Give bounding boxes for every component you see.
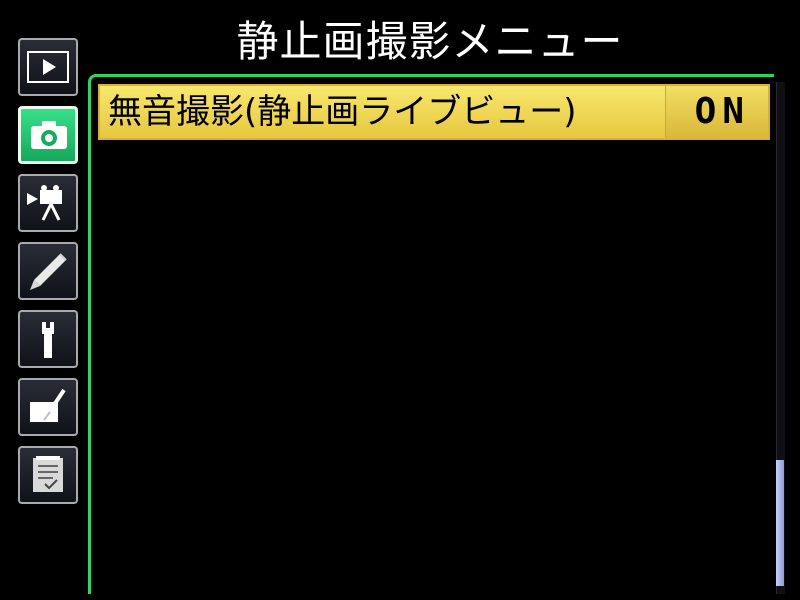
tab-my-menu[interactable] [18, 446, 78, 504]
tab-setup[interactable] [18, 310, 78, 368]
playback-icon [27, 51, 69, 83]
pencil-icon [30, 253, 67, 290]
tab-custom-settings[interactable] [18, 242, 78, 300]
tab-movie[interactable] [18, 174, 78, 232]
my-menu-icon [33, 456, 63, 492]
menu-item-value: ON [694, 91, 750, 132]
menu-panel [88, 74, 774, 594]
tab-playback[interactable] [18, 38, 78, 96]
tab-shooting[interactable] [18, 106, 78, 164]
menu-title: 静止画撮影メニュー [236, 17, 624, 66]
retouch-icon [30, 388, 66, 422]
movie-camera-icon [27, 185, 62, 221]
tab-retouch[interactable] [18, 378, 78, 436]
camera-menu-screen: 静止画撮影メニュー 無音撮影(静止画ライブビュー) ON [0, 0, 800, 600]
wrench-icon [42, 322, 54, 358]
scrollbar-thumb[interactable] [776, 460, 784, 586]
menu-item-silent-shooting[interactable]: 無音撮影(静止画ライブビュー) ON [98, 84, 770, 140]
menu-item-label: 無音撮影(静止画ライブビュー) [108, 92, 577, 132]
camera-icon [31, 121, 67, 149]
